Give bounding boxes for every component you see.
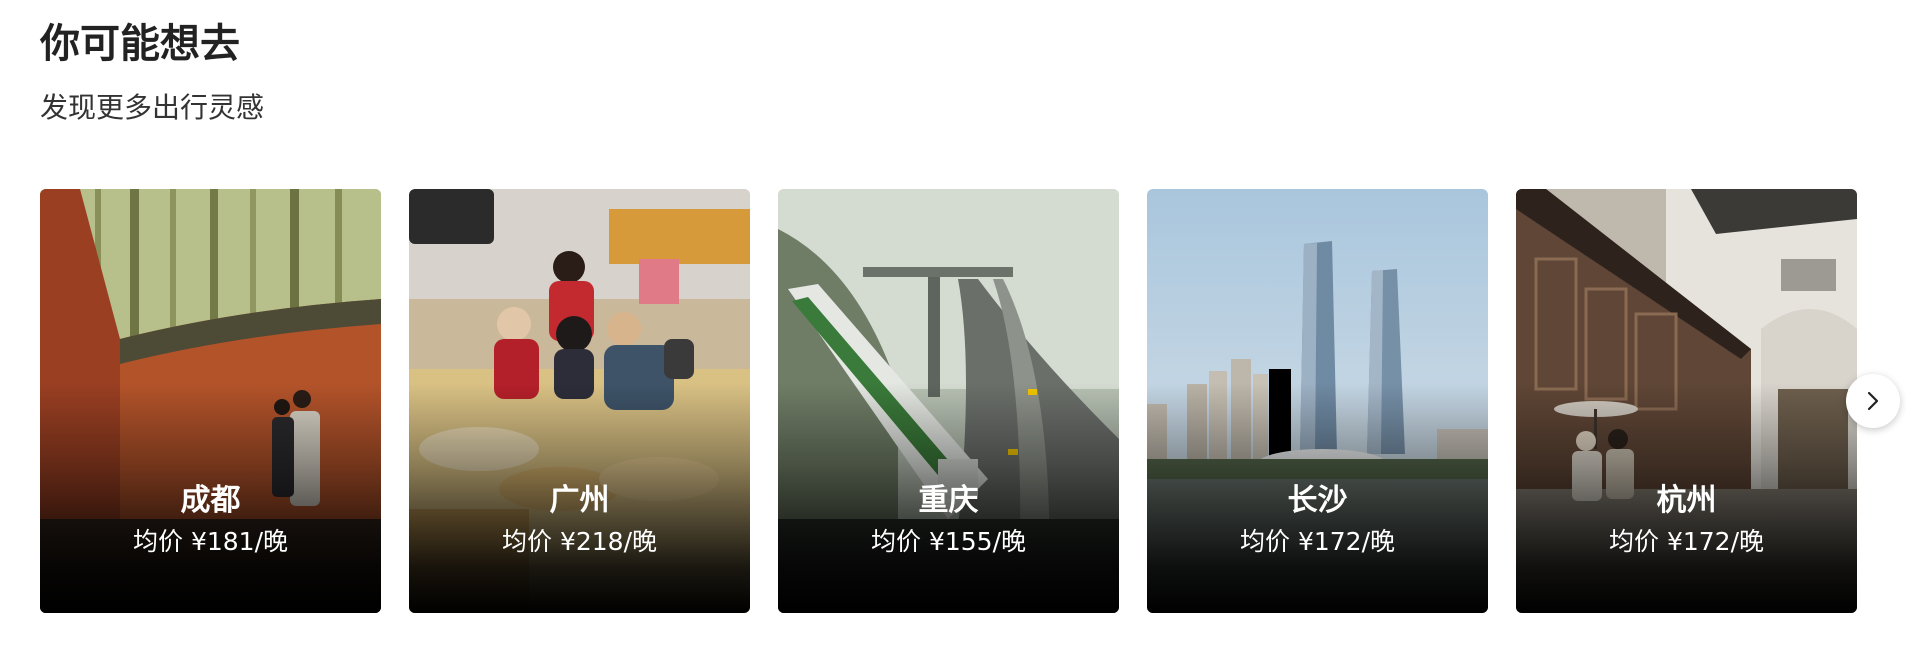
destination-price: 均价 ¥172/晚 bbox=[1609, 527, 1764, 556]
destination-card-hangzhou[interactable]: 杭州 均价 ¥172/晚 bbox=[1516, 189, 1857, 613]
destination-price: 均价 ¥155/晚 bbox=[871, 527, 1026, 556]
destination-price: 均价 ¥218/晚 bbox=[502, 527, 657, 556]
destination-name: 杭州 bbox=[1656, 483, 1717, 518]
destination-name: 成都 bbox=[180, 483, 241, 518]
destination-name: 长沙 bbox=[1287, 483, 1348, 518]
destination-card-chongqing[interactable]: 重庆 均价 ¥155/晚 bbox=[778, 189, 1119, 613]
destination-price: 均价 ¥172/晚 bbox=[1240, 527, 1395, 556]
destination-price: 均价 ¥181/晚 bbox=[133, 527, 288, 556]
carousel-next-button[interactable] bbox=[1846, 374, 1900, 428]
section-title: 你可能想去 bbox=[40, 21, 240, 67]
destination-recommendations: 你可能想去 发现更多出行灵感 成都 均价 ¥181/晚 广州 均价 ¥218/晚… bbox=[0, 0, 1906, 648]
destination-card-changsha[interactable]: 长沙 均价 ¥172/晚 bbox=[1147, 189, 1488, 613]
destination-name: 重庆 bbox=[918, 483, 979, 518]
destination-name: 广州 bbox=[549, 483, 610, 518]
destination-carousel: 成都 均价 ¥181/晚 广州 均价 ¥218/晚 重庆 均价 ¥155/晚 长… bbox=[40, 189, 1857, 613]
destination-card-guangzhou[interactable]: 广州 均价 ¥218/晚 bbox=[409, 189, 750, 613]
section-subtitle: 发现更多出行灵感 bbox=[40, 91, 265, 124]
chevron-right-icon bbox=[1867, 391, 1879, 411]
destination-card-chengdu[interactable]: 成都 均价 ¥181/晚 bbox=[40, 189, 381, 613]
